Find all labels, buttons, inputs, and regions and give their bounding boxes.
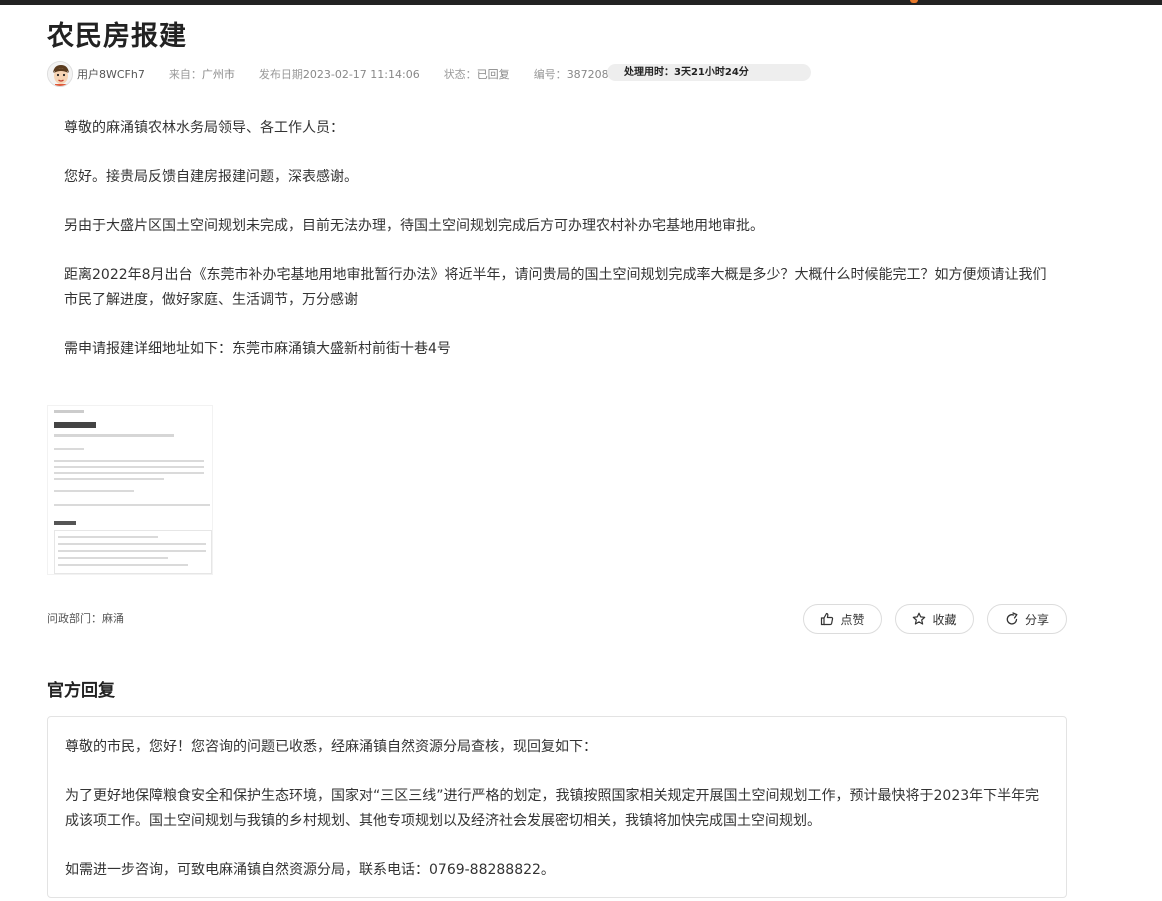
content-paragraph: 需申请报建详细地址如下：东莞市麻涌镇大盛新村前街十巷4号 xyxy=(64,341,451,357)
thumb-line xyxy=(58,543,206,545)
meta-from-value: 广州市 xyxy=(201,68,235,81)
post-content: 尊敬的麻涌镇农林水务局领导、各工作人员： 您好。接贵局反馈自建房报建问题，深表感… xyxy=(64,116,1054,386)
content-paragraph: 您好。接贵局反馈自建房报建问题，深表感谢。 xyxy=(64,169,358,185)
favorite-label: 收藏 xyxy=(932,612,957,627)
thumb-line xyxy=(54,466,204,468)
share-label: 分享 xyxy=(1024,612,1049,627)
thumb-line xyxy=(58,564,188,566)
thumb-breadcrumb xyxy=(54,410,84,413)
meta-date-label: 发布日期 xyxy=(258,68,303,81)
like-button[interactable]: 点赞 xyxy=(803,604,882,634)
reply-paragraph: 尊敬的市民，您好！您咨询的问题已收悉，经麻涌镇自然资源分局查核，现回复如下： xyxy=(65,739,597,755)
content-paragraph: 尊敬的麻涌镇农林水务局领导、各工作人员： xyxy=(64,120,344,136)
department-value[interactable]: 麻涌 xyxy=(102,612,124,625)
official-reply-box: 尊敬的市民，您好！您咨询的问题已收悉，经麻涌镇自然资源分局查核，现回复如下： 为… xyxy=(47,716,1067,898)
meta-status-value: 已回复 xyxy=(476,68,510,81)
thumb-line xyxy=(54,478,164,480)
thumb-title xyxy=(54,422,96,428)
thumb-line xyxy=(54,472,204,474)
meta-date: 发布日期2023-02-17 11:14:06 xyxy=(259,66,420,82)
meta-number-label: 编号： xyxy=(533,68,567,81)
avatar[interactable] xyxy=(47,61,73,87)
processing-time-badge: 处理用时：3天21小时24分 xyxy=(607,64,811,81)
thumb-line xyxy=(54,490,134,492)
department: 问政部门：麻涌 xyxy=(47,610,124,626)
top-bar-accent xyxy=(910,0,918,3)
meta-status-label: 状态： xyxy=(443,68,477,81)
favorite-button[interactable]: 收藏 xyxy=(895,604,974,634)
like-label: 点赞 xyxy=(840,612,865,627)
thumbs-up-icon xyxy=(821,612,834,626)
thumb-line xyxy=(58,536,158,538)
reply-paragraph: 如需进一步咨询，可致电麻涌镇自然资源分局，联系电话：0769-88288822。 xyxy=(65,862,555,878)
thumb-line xyxy=(58,557,168,559)
thumb-line xyxy=(54,504,210,506)
department-label: 问政部门： xyxy=(47,612,102,625)
share-button[interactable]: 分享 xyxy=(987,604,1067,634)
meta-date-value: 2023-02-17 11:14:06 xyxy=(302,68,420,81)
content-paragraph: 距离2022年8月出台《东莞市补办宅基地用地审批暂行办法》将近半年，请问贵局的国… xyxy=(64,267,1047,308)
avatar-face-icon xyxy=(48,62,72,86)
post-meta: 用户8WCFh7 来自：广州市 发布日期2023-02-17 11:14:06 … xyxy=(47,60,811,88)
thumb-meta xyxy=(54,434,174,437)
thumb-line xyxy=(54,448,84,450)
meta-status: 状态：已回复 xyxy=(444,66,510,82)
meta-number-value: 387208 xyxy=(566,68,609,81)
thumb-line xyxy=(58,550,206,552)
thumb-line xyxy=(54,460,204,462)
reply-paragraph: 为了更好地保障粮食安全和保护生态环境，国家对“三区三线”进行严格的划定，我镇按照… xyxy=(65,788,1040,829)
official-reply-title: 官方回复 xyxy=(47,681,115,701)
meta-from: 来自：广州市 xyxy=(169,66,235,82)
content-paragraph: 另由于大盛片区国土空间规划未完成，目前无法办理，待国土空间规划完成后方可办理农村… xyxy=(64,218,764,234)
meta-from-label: 来自： xyxy=(168,68,202,81)
author-name[interactable]: 用户8WCFh7 xyxy=(77,66,145,82)
meta-number: 编号：387208 xyxy=(534,66,609,82)
page-title: 农民房报建 xyxy=(47,21,187,52)
share-icon xyxy=(1006,612,1018,625)
thumb-reply-title xyxy=(54,521,76,525)
top-bar xyxy=(0,0,1162,5)
star-icon xyxy=(913,612,926,625)
attachment-thumbnail[interactable] xyxy=(47,405,213,575)
